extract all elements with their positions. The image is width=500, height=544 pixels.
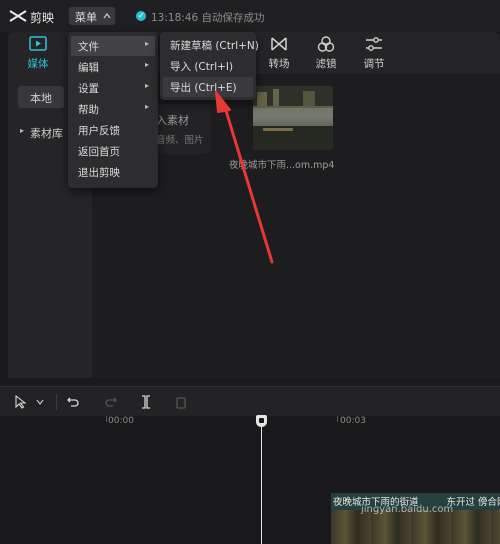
ruler-label-3s: 00:03 (340, 416, 366, 426)
save-success-icon: ✓ (136, 11, 146, 21)
submenu-item-new-draft[interactable]: 新建草稿 (Ctrl+N) (163, 35, 259, 55)
timeline-video-clip[interactable]: 夜晚城市下雨的街道东开过 傍合网 jingyan.baidu.com (331, 493, 500, 544)
menu-item-label: 退出剪映 (78, 167, 120, 179)
submenu-arrow-icon: ▸ (144, 60, 149, 69)
chevron-down-icon[interactable] (36, 399, 44, 405)
filter-icon (317, 36, 335, 52)
tool-media[interactable]: 媒体 (16, 32, 60, 74)
submenu-arrow-icon: ▸ (144, 81, 149, 90)
submenu-item-label: 新建草稿 (Ctrl+N) (170, 40, 259, 52)
menu-item-edit[interactable]: 编辑 ▸ (71, 57, 155, 77)
toolbar-divider (56, 394, 57, 410)
app-title: 剪映 (30, 11, 55, 25)
menu-item-file[interactable]: 文件 ▸ (71, 36, 155, 56)
tab-local-label: 本地 (30, 92, 52, 105)
autosave-status: 13:18:46 自动保存成功 (151, 12, 265, 24)
menu-item-settings[interactable]: 设置 ▸ (71, 78, 155, 98)
select-cursor-icon[interactable] (14, 395, 28, 409)
menu-item-label: 返回首页 (78, 146, 120, 158)
sidebar-item-library[interactable]: 素材库 (30, 125, 63, 141)
tool-filter[interactable]: 滤镜 (304, 32, 348, 74)
ruler-label-start: 00:00 (108, 416, 134, 426)
import-subtext: 音频、图片 (156, 135, 204, 146)
import-label: 入素材 (156, 114, 189, 127)
delete-icon[interactable] (175, 395, 187, 409)
menu-item-home[interactable]: 返回首页 (71, 141, 155, 161)
timeline-toolbar (0, 386, 500, 417)
file-submenu: 新建草稿 (Ctrl+N) 导入 (Ctrl+I) 导出 (Ctrl+E) (160, 32, 259, 100)
ruler-tick (337, 416, 338, 422)
menu-item-label: 用户反馈 (78, 125, 120, 137)
menu-button-label: 菜单 (75, 11, 97, 24)
menu-item-label: 帮助 (78, 104, 99, 116)
timeline-clip-frames (331, 510, 500, 544)
chevron-up-icon (103, 13, 111, 19)
capcut-logo-icon (9, 10, 27, 22)
menu-item-feedback[interactable]: 用户反馈 (71, 120, 155, 140)
menu-item-label: 设置 (78, 83, 99, 95)
adjust-sliders-icon (366, 37, 382, 51)
watermark-text: jingyan.baidu.com (361, 504, 454, 515)
tool-adjust[interactable]: 调节 (352, 32, 396, 74)
menu-item-label: 文件 (78, 41, 99, 53)
submenu-item-label: 导入 (Ctrl+I) (170, 61, 234, 73)
tool-media-label: 媒体 (27, 58, 49, 70)
menu-item-label: 编辑 (78, 62, 99, 74)
redo-icon[interactable] (104, 395, 118, 409)
menu-item-exit[interactable]: 退出剪映 (71, 162, 155, 182)
main-menu-dropdown: 文件 ▸ 编辑 ▸ 设置 ▸ 帮助 ▸ 用户反馈 返回首页 退出剪映 (68, 32, 158, 188)
transition-icon (271, 37, 287, 51)
expand-arrow-icon[interactable]: ▸ (20, 126, 24, 135)
undo-icon[interactable] (66, 395, 80, 409)
tool-filter-label: 滤镜 (315, 58, 337, 70)
ruler-tick (106, 416, 107, 422)
tool-transition[interactable]: 转场 (257, 32, 301, 74)
video-filename: 夜晚城市下雨...om.mp4 (229, 160, 335, 171)
tool-transition-label: 转场 (268, 58, 290, 70)
tool-adjust-label: 调节 (363, 58, 385, 70)
submenu-item-import[interactable]: 导入 (Ctrl+I) (163, 56, 253, 76)
video-thumbnail[interactable] (253, 86, 333, 150)
menu-item-help[interactable]: 帮助 ▸ (71, 99, 155, 119)
menu-button[interactable]: 菜单 (69, 7, 115, 25)
video-frame-image (253, 86, 333, 150)
submenu-item-export[interactable]: 导出 (Ctrl+E) (163, 77, 253, 97)
split-icon[interactable] (140, 395, 152, 409)
playhead-handle-inner (259, 418, 264, 423)
tab-local[interactable]: 本地 (18, 86, 64, 108)
playhead-line[interactable] (261, 420, 262, 544)
submenu-arrow-icon: ▸ (144, 39, 149, 48)
submenu-arrow-icon: ▸ (144, 102, 149, 111)
media-icon (29, 36, 47, 51)
submenu-item-label: 导出 (Ctrl+E) (170, 82, 237, 94)
